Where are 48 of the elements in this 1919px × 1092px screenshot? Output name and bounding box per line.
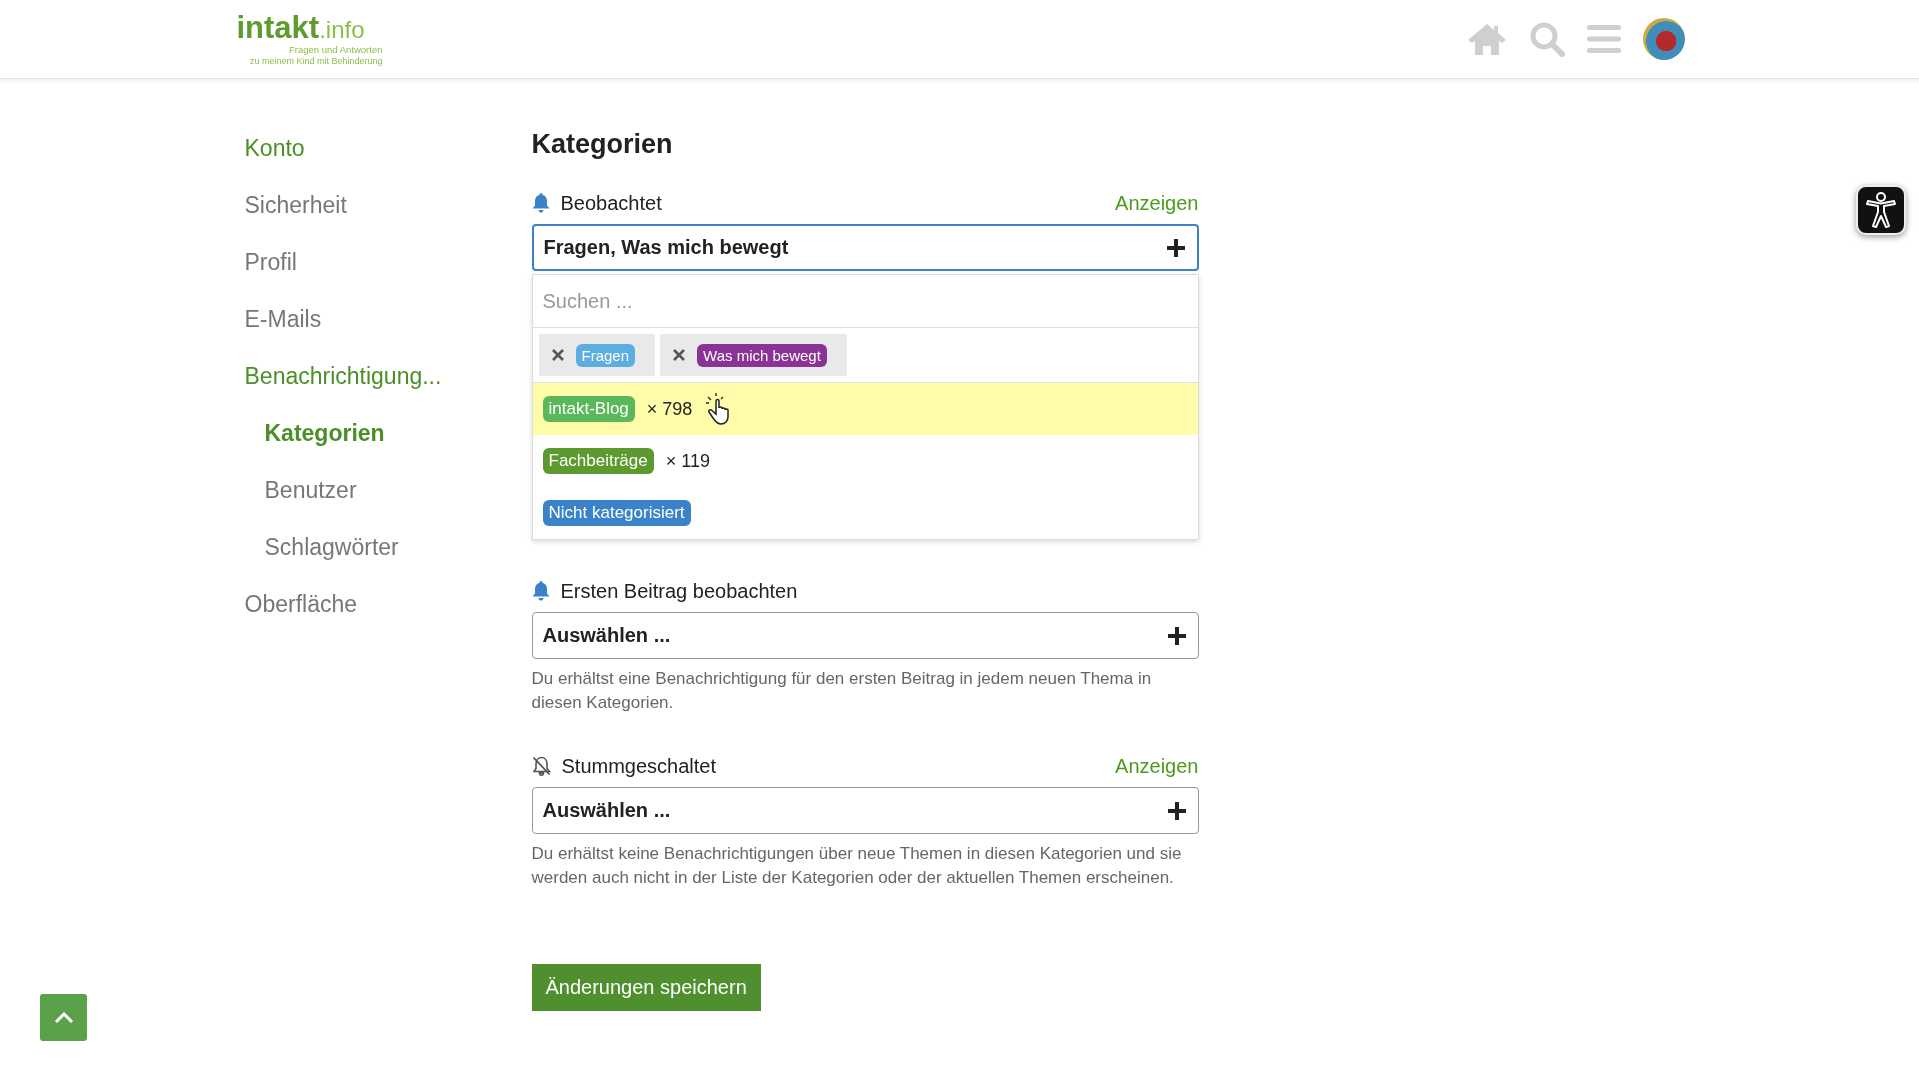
topic-count: × 119 [665, 450, 710, 472]
sidebar-subitem[interactable]: Benutzer [244, 462, 532, 519]
bell-icon [531, 193, 550, 213]
search-field[interactable]: Suchen ... [532, 275, 1198, 328]
site-logo[interactable]: intakt.info Fragen und Antworten zu meinem Kind mit Behinderung [236, 12, 383, 66]
section-label: Ersten Beitrag beobachten [560, 579, 798, 603]
dropdown-option[interactable]: intakt-Blog × 798 [532, 383, 1198, 435]
category-badge: Was mich bewegt [697, 343, 827, 367]
category-select[interactable]: Auswählen ... [531, 612, 1199, 659]
category-select[interactable]: Fragen, Was mich bewegt [531, 224, 1199, 271]
accessibility-icon [1864, 191, 1898, 229]
help-text: Du erhältst keine Benachrichtigungen über neue Themen in diesen Kategorien und sie werden auch nicht in der Liste der Kategorien oder der aktuellen Themen erscheinen. [531, 843, 1183, 889]
plus-icon [1166, 238, 1185, 257]
sidebar-item[interactable]: Oberfläche [244, 576, 532, 633]
category-badge: Fragen [575, 343, 636, 367]
chevron-up-icon [53, 1011, 74, 1024]
remove-icon[interactable] [551, 349, 564, 361]
category-select[interactable]: Auswählen ... [531, 787, 1199, 834]
selected-category-chip[interactable]: Was mich bewegt [660, 334, 847, 376]
sidebar-item[interactable]: E-Mails [244, 291, 532, 348]
category-badge: Nicht kategorisiert [542, 500, 691, 526]
sidebar-item[interactable]: Profil [244, 234, 532, 291]
sidebar-item[interactable]: Sicherheit [244, 177, 532, 234]
scroll-to-top-button[interactable] [40, 994, 87, 1041]
accessibility-button[interactable] [1856, 185, 1906, 235]
show-link[interactable]: Anzeigen [1115, 191, 1199, 215]
plus-icon [1167, 626, 1186, 645]
bell-icon [531, 581, 550, 601]
sidebar-subitem[interactable]: Kategorien [244, 405, 532, 462]
sidebar-subitem[interactable]: Schlagwörter [244, 519, 532, 576]
section-label: Stummgeschaltet [561, 754, 716, 778]
category-badge: intakt-Blog [542, 396, 635, 422]
category-badge: Fachbeiträge [542, 448, 654, 474]
plus-icon [1167, 801, 1186, 820]
topic-count: × 798 [646, 398, 693, 420]
user-avatar[interactable] [1642, 18, 1685, 60]
show-link[interactable]: Anzeigen [1115, 754, 1199, 778]
dropdown-option[interactable]: Nicht kategorisiert [532, 487, 1198, 539]
sidebar-item[interactable]: Benachrichtigung... [244, 348, 532, 405]
save-button[interactable]: Änderungen speichern [531, 964, 761, 1011]
dropdown-option[interactable]: Fachbeiträge × 119 [532, 435, 1198, 487]
selected-category-chip[interactable]: Fragen [538, 334, 656, 376]
muted-bell-icon [531, 756, 551, 776]
page-title: Kategorien [531, 129, 674, 160]
section-label: Beobachtet [560, 191, 662, 215]
help-text: Du erhältst eine Benachrichtigung für den ersten Beitrag in jedem neuen Thema in diesen Kategorien. [531, 668, 1153, 714]
remove-icon[interactable] [673, 349, 686, 361]
sidebar-item[interactable]: Konto [244, 120, 532, 177]
